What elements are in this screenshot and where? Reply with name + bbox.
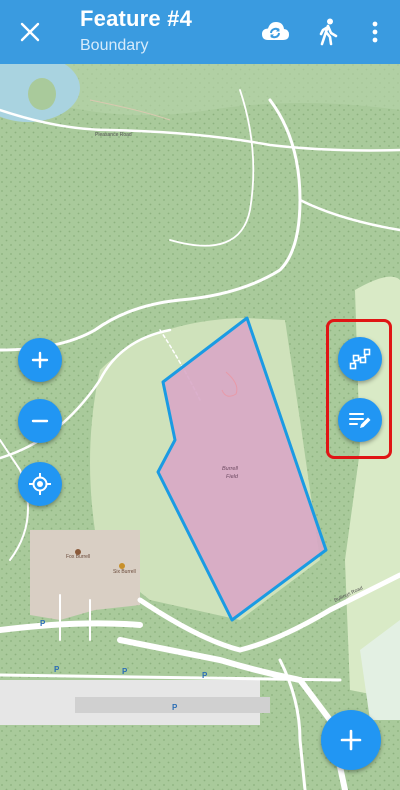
walking-person-icon: [319, 18, 338, 46]
plus-icon: [340, 729, 362, 751]
page-title: Feature #4: [80, 6, 193, 31]
app-bar: Feature #4 Boundary: [0, 0, 400, 64]
more-vert-icon: [372, 21, 378, 43]
zoom-in-button[interactable]: [18, 338, 62, 382]
field-label-line-1: Burrell: [222, 466, 239, 472]
minus-icon: [31, 419, 49, 423]
pond-island: [28, 78, 56, 110]
cloud-sync-icon: [262, 22, 289, 40]
close-button[interactable]: [14, 16, 46, 48]
locate-me-button[interactable]: [18, 462, 62, 506]
plus-icon: [31, 351, 49, 369]
gps-locate-icon: [29, 473, 51, 495]
svg-text:P: P: [172, 703, 178, 712]
feature-layer-subtitle: Boundary: [80, 37, 149, 54]
svg-text:P: P: [54, 665, 60, 674]
svg-text:P: P: [202, 671, 208, 680]
poi-marker: [75, 549, 81, 555]
building-area: [30, 530, 140, 620]
field-label-line-2: Field: [226, 474, 239, 480]
tracking-button[interactable]: [311, 15, 345, 49]
poi-marker: [119, 563, 125, 569]
svg-text:P: P: [40, 619, 46, 628]
close-icon: [20, 22, 40, 42]
add-feature-button[interactable]: [321, 710, 381, 770]
sync-button[interactable]: [258, 15, 292, 49]
highlight-box: [326, 319, 392, 459]
overflow-menu-button[interactable]: [358, 15, 392, 49]
svg-text:P: P: [122, 667, 128, 676]
zoom-out-button[interactable]: [18, 399, 62, 443]
street-label-1: Pleasance Road: [95, 132, 132, 138]
poi-label-2: Six Burrell: [113, 569, 136, 575]
